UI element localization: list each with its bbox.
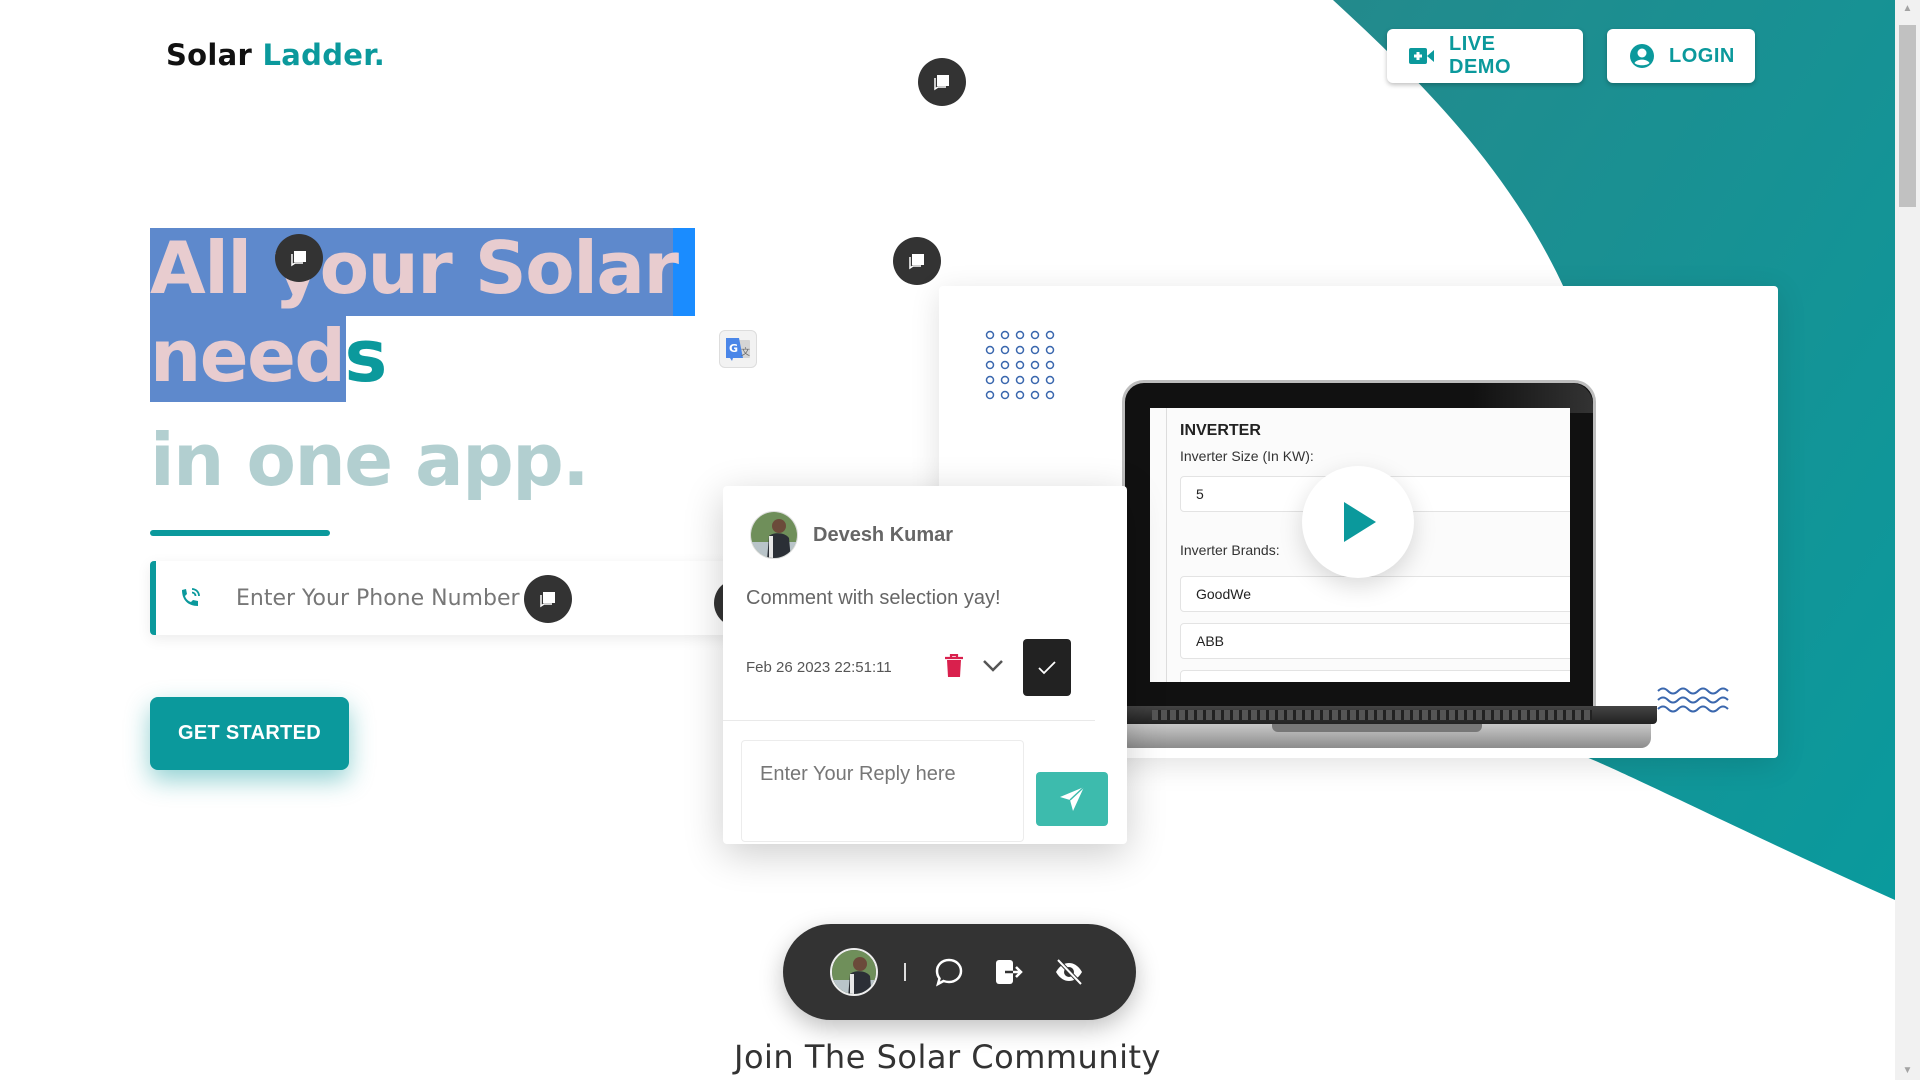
comment-text: Comment with selection yay!	[746, 587, 1001, 609]
comment-marker-icon[interactable]	[524, 575, 572, 623]
inverter-brand-option	[1180, 670, 1570, 682]
headline-line-2: needs	[150, 314, 387, 398]
community-heading: Join The Solar Community	[734, 1038, 1161, 1076]
send-paper-plane-icon	[1060, 786, 1085, 811]
decorative-waves-pattern	[1657, 687, 1729, 713]
landing-page: ▲ ▼ Solar Ladder. LIVE DEMO LOGIN All yo…	[0, 0, 1920, 1080]
headline-line-3: in one app.	[150, 418, 590, 502]
phone-call-icon	[182, 588, 200, 606]
checkmark-icon	[1038, 660, 1056, 674]
inverter-brand-option: GoodWe	[1180, 576, 1570, 612]
user-circle-icon	[1630, 44, 1654, 68]
phone-input-container	[150, 561, 750, 635]
phone-number-input[interactable]	[236, 585, 536, 611]
live-demo-label: LIVE DEMO	[1449, 33, 1511, 78]
logo-text-ladder: Ladder.	[262, 38, 386, 72]
comment-divider	[723, 720, 1095, 721]
login-label: LOGIN	[1669, 44, 1735, 67]
comment-toolbar	[783, 924, 1136, 1020]
inverter-brand-option: ABB	[1180, 623, 1570, 659]
login-button[interactable]: LOGIN	[1607, 29, 1755, 83]
laptop-keyboard	[1152, 710, 1592, 720]
play-icon	[1344, 502, 1376, 542]
page-scrollbar[interactable]: ▲ ▼	[1895, 0, 1920, 1080]
delete-trash-icon[interactable]	[944, 654, 964, 678]
logo-text-solar: Solar	[166, 38, 253, 72]
headline-selected-text: need	[150, 314, 346, 398]
toolbar-user-avatar[interactable]	[830, 948, 878, 996]
comment-popup: Devesh Kumar Comment with selection yay!…	[723, 486, 1127, 844]
chevron-down-icon[interactable]	[982, 654, 1004, 676]
scroll-down-arrow-icon[interactable]: ▼	[1895, 1062, 1920, 1080]
scroll-up-arrow-icon[interactable]: ▲	[1895, 0, 1920, 18]
live-demo-button[interactable]: LIVE DEMO	[1387, 29, 1583, 83]
comment-icon[interactable]	[932, 955, 966, 989]
hide-eye-slash-icon[interactable]	[1052, 955, 1086, 989]
resolve-comment-button[interactable]	[1023, 639, 1071, 696]
inverter-brands-label: Inverter Brands:	[1180, 542, 1280, 558]
comment-author-name: Devesh Kumar	[813, 524, 954, 546]
brand-logo[interactable]: Solar Ladder.	[166, 38, 385, 72]
get-started-button[interactable]: GET STARTED	[150, 697, 349, 770]
headline-line-1: All your Solar	[150, 226, 679, 310]
exit-icon[interactable]	[992, 955, 1026, 989]
comment-author-avatar	[750, 511, 798, 559]
headline-unselected-text: s	[344, 314, 387, 398]
comment-marker-icon[interactable]	[918, 58, 966, 106]
svg-text:G: G	[729, 342, 738, 355]
comment-marker-icon[interactable]	[275, 234, 323, 282]
comment-timestamp: Feb 26 2023 22:51:11	[746, 659, 892, 676]
google-translate-icon[interactable]: G文	[719, 330, 757, 368]
video-camera-plus-icon	[1409, 48, 1434, 64]
scroll-thumb[interactable]	[1899, 25, 1916, 207]
comment-marker-icon[interactable]	[893, 237, 941, 285]
inverter-size-label: Inverter Size (In KW):	[1180, 448, 1314, 464]
reply-input[interactable]	[741, 740, 1024, 842]
play-video-button[interactable]	[1302, 466, 1414, 578]
headline-underline	[150, 530, 330, 536]
send-reply-button[interactable]	[1036, 772, 1108, 826]
toolbar-separator	[904, 963, 906, 981]
screen-title: INVERTER	[1180, 422, 1261, 439]
svg-text:文: 文	[741, 346, 750, 358]
decorative-dots-pattern	[985, 330, 1055, 400]
